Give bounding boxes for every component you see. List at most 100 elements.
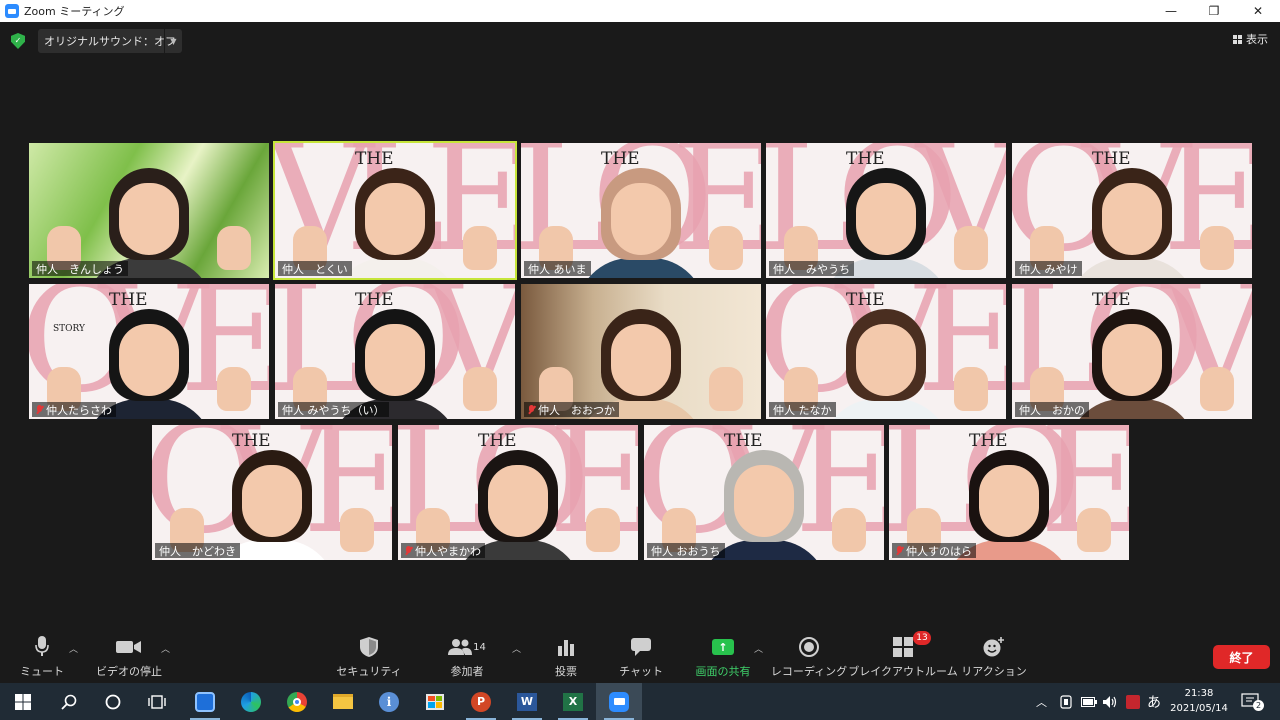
participant-name: 仲人 あいま [528,262,587,276]
meeting-tray-icon[interactable] [1060,683,1072,720]
participant-tile[interactable]: OVETHE仲人 おおうち [644,425,884,560]
clipboard-app-icon[interactable] [182,683,228,720]
participant-tile[interactable]: LOVTHE仲人 みやうち [766,143,1006,278]
mute-options-caret-icon[interactable]: ︿ [69,642,78,655]
participant-tile[interactable]: VLETHE仲人 とくい [273,141,517,280]
minimize-button[interactable]: — [1150,0,1192,22]
video-options-caret-icon[interactable]: ︿ [161,642,170,655]
mute-button[interactable]: ミュート [20,635,64,683]
poll-button[interactable]: 投票 [548,635,584,683]
task-view-icon[interactable] [134,683,180,720]
battery-icon[interactable] [1081,683,1097,720]
waving-hand [340,508,374,552]
maximize-button[interactable]: ❐ [1193,0,1235,22]
participant-name: 仲人 おおうち [651,544,721,558]
participant-video [811,299,961,419]
word-icon[interactable]: W [504,683,550,720]
participant-name-tag: 仲人 とくい [278,261,352,276]
participants-options-caret-icon[interactable]: ︿ [512,642,521,655]
chrome-icon[interactable] [274,683,320,720]
waving-hand [217,367,251,411]
participants-icon [448,639,473,655]
security-shield-icon [360,635,378,659]
participant-name-tag: 仲人 みやうち（い） [278,402,389,417]
participant-name: 仲人やまかわ [415,544,481,558]
security-button[interactable]: セキュリティ [336,635,402,683]
original-sound-label: オリジナルサウンド：オフ [44,35,176,48]
edge-icon[interactable] [228,683,274,720]
muted-microphone-icon [528,404,535,415]
windows-start-icon[interactable] [0,683,46,720]
cortana-icon[interactable] [90,683,136,720]
shield-check-icon[interactable]: ✓ [11,33,25,49]
search-icon[interactable] [46,683,92,720]
close-button[interactable]: ✕ [1237,0,1279,22]
title-bar: Zoom ミーティング — ❐ ✕ [0,0,1280,22]
notification-center-icon[interactable]: 2 [1241,683,1264,720]
participant-tile[interactable]: LOETHE仲人やまかわ [398,425,638,560]
poll-label: 投票 [555,665,577,678]
file-explorer-icon[interactable] [320,683,366,720]
chevron-down-icon[interactable]: ▼ [164,29,182,53]
breakout-rooms-icon [893,637,913,657]
participant-name-tag: 仲人 みやけ [1015,261,1082,276]
participant-name-tag: 仲人たらさわ [32,402,116,417]
participant-name-tag: 仲人 かどわき [155,543,240,558]
bar-chart-icon [557,635,575,659]
participant-name: 仲人 みやうち（い） [282,403,385,417]
muted-microphone-icon [405,545,412,556]
participant-name: 仲人 とくい [282,262,348,276]
original-sound-button[interactable]: オリジナルサウンド：オフ ▼ [38,29,182,53]
participant-name: 仲人すのはら [906,544,972,558]
store-icon[interactable] [412,683,458,720]
ime-mode-indicator[interactable]: あ [1147,683,1161,720]
info-icon[interactable]: i [366,683,412,720]
video-camera-icon [116,635,142,659]
show-hidden-icons-icon[interactable]: ︿ [1036,683,1047,720]
chat-label: チャット [619,665,663,678]
participant-tile[interactable]: LOETHE仲人 あいま [521,143,761,278]
end-meeting-button[interactable]: 終了 [1213,645,1270,669]
chat-button[interactable]: チャット [619,635,663,683]
waving-hand [586,508,620,552]
windows-taskbar: i P W X ︿ あ 21:38 2021/05/14 2 [0,683,1280,720]
taskbar-clock[interactable]: 21:38 2021/05/14 [1165,686,1233,716]
participant-name-tag: 仲人 あいま [524,261,591,276]
powerpoint-icon[interactable]: P [458,683,504,720]
share-screen-icon: ↑ [712,639,734,655]
participant-tile[interactable]: LOETHE仲人すのはら [889,425,1129,560]
reactions-button[interactable]: リアクション [961,635,1027,683]
recording-label: レコーディング [770,665,848,678]
ime-toolbar-icon[interactable] [1126,683,1140,720]
grid-view-icon [1233,34,1242,44]
breakout-count-badge: 13 [913,631,931,645]
view-button[interactable]: 表示 [1233,31,1268,47]
clock-date: 2021/05/14 [1170,703,1228,714]
participant-tile[interactable]: LOVTHE仲人 おかの [1012,284,1252,419]
waving-hand [463,226,497,270]
zoom-icon[interactable] [596,683,642,720]
share-options-caret-icon[interactable]: ︿ [754,642,763,655]
waving-hand [1077,508,1111,552]
participants-label: 参加者 [450,665,484,678]
microphone-icon [35,635,49,659]
recording-button[interactable]: レコーディング [771,635,847,683]
share-screen-button[interactable]: ↑ 画面の共有 [692,635,754,683]
zoom-meeting-window: Zoom ミーティング — ❐ ✕ ✓ オリジナルサウンド：オフ ▼ 表示 仲人… [0,0,1280,720]
participant-tile[interactable]: 仲人 きんしょう [29,143,269,278]
participant-tile[interactable]: OVETHE仲人 みやけ [1012,143,1252,278]
view-label: 表示 [1246,33,1268,46]
participants-button[interactable]: 14 参加者 [446,635,488,683]
excel-icon[interactable]: X [550,683,596,720]
breakout-rooms-button[interactable]: 13 ブレイクアウトルーム [848,631,958,683]
window-title: Zoom ミーティング [24,5,125,18]
speaker-icon[interactable] [1102,683,1118,720]
participant-tile[interactable]: OVETHE仲人 たなか [766,284,1006,419]
participant-tile[interactable]: OVETHE仲人 かどわき [152,425,392,560]
stop-video-button[interactable]: ビデオの停止 [95,635,163,683]
participant-tile[interactable]: OVETHESTORY仲人たらさわ [29,284,269,419]
participant-tile[interactable]: 仲人 おおつか [521,284,761,419]
participant-name: 仲人 きんしょう [36,262,124,276]
muted-microphone-icon [36,404,43,415]
participant-tile[interactable]: LOVTHE仲人 みやうち（い） [275,284,515,419]
